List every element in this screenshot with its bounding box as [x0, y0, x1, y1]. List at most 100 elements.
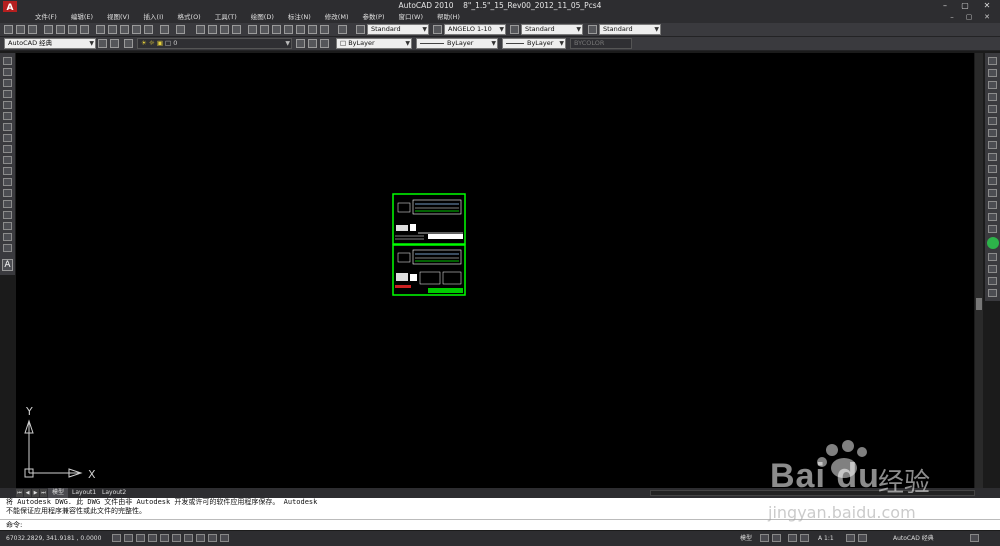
offset-icon[interactable] [988, 93, 997, 101]
calculator-icon[interactable] [320, 25, 329, 34]
save-icon[interactable] [28, 25, 37, 34]
clean-screen-icon[interactable] [970, 534, 979, 542]
drawing-sheet-bottom[interactable] [392, 244, 466, 296]
last-tab-icon[interactable]: ⏭ [40, 489, 47, 497]
mdi-minimize-button[interactable]: – [945, 12, 959, 23]
maximize-button[interactable]: ▢ [954, 0, 976, 12]
color-select[interactable]: □ ByLayer ▼ [336, 38, 412, 49]
move-icon[interactable] [988, 117, 997, 125]
dynamic-input-icon[interactable] [196, 534, 205, 542]
menu-item[interactable]: 插入(I) [137, 12, 171, 23]
region-icon[interactable] [3, 233, 12, 241]
ellipse-arc-icon[interactable] [3, 167, 12, 175]
menu-item[interactable]: 标注(N) [281, 12, 318, 23]
annotation-scale[interactable]: A 1:1 [818, 531, 834, 546]
zoom-realtime-icon[interactable] [208, 25, 217, 34]
menu-item[interactable]: 文件(F) [28, 12, 64, 23]
annotation-visibility-icon[interactable] [846, 534, 855, 542]
menu-item[interactable]: 修改(M) [318, 12, 356, 23]
workspace-switch[interactable]: AutoCAD 经典 [893, 531, 934, 546]
tab-layout1[interactable]: Layout1 [68, 488, 100, 498]
mdi-restore-button[interactable]: ▢ [962, 12, 976, 23]
explode-icon[interactable] [988, 253, 997, 261]
ortho-mode-icon[interactable] [136, 534, 145, 542]
arc-icon[interactable] [3, 112, 12, 120]
draworder-icon[interactable] [988, 265, 997, 273]
vertical-scroll-thumb[interactable] [976, 298, 982, 310]
revision-cloud-icon[interactable] [3, 134, 12, 142]
mleader-style-icon[interactable] [588, 25, 597, 34]
zoom-window-icon[interactable] [220, 25, 229, 34]
draworder-back-icon[interactable] [988, 277, 997, 285]
menu-item[interactable]: 帮助(H) [430, 12, 467, 23]
array-icon[interactable] [988, 105, 997, 113]
scale-icon[interactable] [988, 141, 997, 149]
drawing-sheet-top[interactable] [392, 193, 466, 245]
coordinates-readout[interactable]: 67032.2829, 341.9181 , 0.0000 [6, 531, 101, 546]
tab-layout2[interactable]: Layout2 [98, 488, 130, 498]
minimize-button[interactable]: – [934, 0, 956, 12]
spline-icon[interactable] [3, 145, 12, 153]
text-style-icon[interactable] [356, 25, 365, 34]
properties-icon[interactable] [248, 25, 257, 34]
workspace-save-icon[interactable] [110, 39, 119, 48]
tab-model[interactable]: 模型 [48, 488, 69, 498]
chamfer-icon[interactable] [988, 213, 997, 221]
object-snap-tracking-icon[interactable] [172, 534, 181, 542]
linetype-select[interactable]: ByLayer ▼ [416, 38, 498, 49]
design-center-icon[interactable] [260, 25, 269, 34]
quick-view-layouts-icon[interactable] [760, 534, 769, 542]
line-icon[interactable] [3, 57, 12, 65]
text-style-select[interactable]: Standard ▼ [367, 24, 429, 35]
undo-icon[interactable] [160, 25, 169, 34]
join-icon[interactable] [988, 201, 997, 209]
next-tab-icon[interactable]: ▶ [32, 489, 39, 497]
object-snap-icon[interactable] [160, 534, 169, 542]
lineweight-select[interactable]: ByLayer ▼ [502, 38, 566, 49]
mdi-close-button[interactable]: ✕ [980, 12, 994, 23]
copy-object-icon[interactable] [988, 69, 997, 77]
open-file-icon[interactable] [16, 25, 25, 34]
pan-icon[interactable] [196, 25, 205, 34]
insert-block-icon[interactable] [3, 178, 12, 186]
mleader-style-select[interactable]: Standard ▼ [599, 24, 661, 35]
help-icon[interactable] [338, 25, 347, 34]
construction-line-icon[interactable] [3, 68, 12, 76]
zoom-previous-icon[interactable] [232, 25, 241, 34]
menu-item[interactable]: 格式(O) [171, 12, 208, 23]
layer-select[interactable]: ☀ ☼ ▣ □ 0 ▼ [137, 38, 292, 49]
menu-item[interactable]: 窗口(W) [391, 12, 430, 23]
dim-style-icon[interactable] [433, 25, 442, 34]
stretch-icon[interactable] [988, 153, 997, 161]
layer-properties-icon[interactable] [124, 39, 133, 48]
mirror-icon[interactable] [988, 81, 997, 89]
point-icon[interactable] [3, 200, 12, 208]
menu-item[interactable]: 工具(T) [208, 12, 244, 23]
vertical-scrollbar[interactable] [975, 53, 983, 488]
dim-style-select[interactable]: ANGELO 1-10 ▼ [444, 24, 506, 35]
grid-display-icon[interactable] [124, 534, 133, 542]
layer-state-icon[interactable] [320, 39, 329, 48]
polyline-icon[interactable] [3, 79, 12, 87]
table-style-select[interactable]: Standard ▼ [521, 24, 583, 35]
green-badge-icon[interactable] [987, 237, 999, 249]
redo-icon[interactable] [176, 25, 185, 34]
polar-tracking-icon[interactable] [148, 534, 157, 542]
first-tab-icon[interactable]: ⏮ [16, 489, 23, 497]
erase-icon[interactable] [988, 57, 997, 65]
zoom-status-icon[interactable] [800, 534, 809, 542]
paste-icon[interactable] [120, 25, 129, 34]
table-style-icon[interactable] [510, 25, 519, 34]
circle-icon[interactable] [3, 123, 12, 131]
dynamic-ucs-icon[interactable] [184, 534, 193, 542]
pan-status-icon[interactable] [788, 534, 797, 542]
plot-style-select[interactable]: BYCOLOR [570, 38, 632, 49]
make-block-icon[interactable] [3, 189, 12, 197]
polygon-icon[interactable] [3, 90, 12, 98]
fillet-icon[interactable] [988, 225, 997, 233]
ellipse-icon[interactable] [3, 156, 12, 164]
auto-scale-icon[interactable] [858, 534, 867, 542]
workspace-select[interactable]: AutoCAD 经典 ▼ [4, 38, 96, 49]
make-current-layer-icon[interactable] [296, 39, 305, 48]
lineweight-toggle-icon[interactable] [208, 534, 217, 542]
